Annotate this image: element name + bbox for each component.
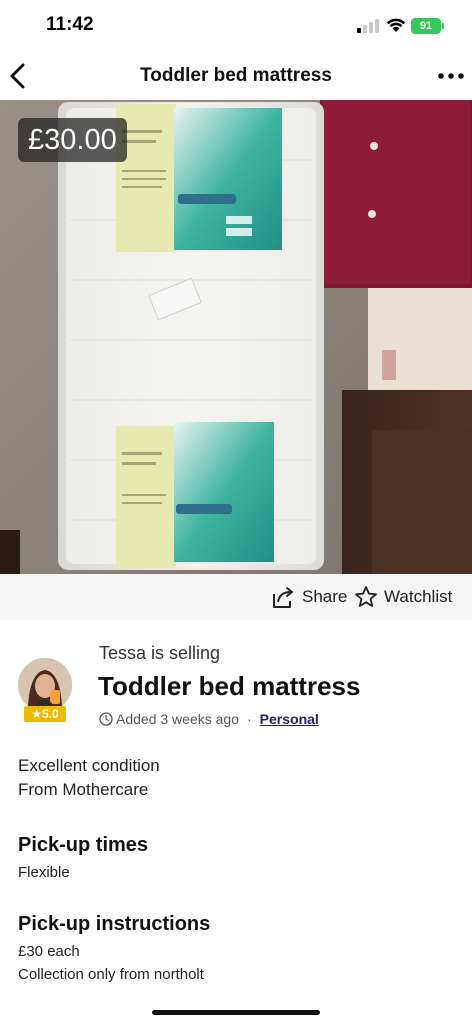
listing-description: Excellent condition From Mothercare	[18, 754, 160, 802]
more-dots-icon	[438, 73, 464, 79]
pickup-instructions-line: £30 each	[18, 943, 80, 960]
avatar[interactable]	[18, 658, 72, 712]
pickup-instructions-heading: Pick-up instructions	[18, 913, 211, 935]
cellular-signal-icon	[357, 19, 379, 33]
watchlist-button[interactable]: Watchlist	[354, 584, 452, 610]
page-title: Toddler bed mattress	[140, 65, 332, 86]
meta-separator: ·	[246, 711, 252, 727]
listing-photo[interactable]: £30.00	[0, 100, 472, 574]
pickup-instructions-line: Collection only from northolt	[18, 966, 204, 983]
battery-indicator: 91	[411, 18, 441, 34]
description-line: Excellent condition	[18, 756, 160, 775]
action-bar: Share Watchlist	[0, 574, 472, 620]
added-time: Added 3 weeks ago	[116, 711, 239, 727]
watchlist-label: Watchlist	[384, 587, 453, 606]
listing-meta: Added 3 weeks ago · Personal	[99, 711, 319, 727]
share-label: Share	[302, 587, 348, 606]
home-indicator	[152, 1010, 320, 1015]
more-options-button[interactable]	[436, 66, 466, 86]
status-time: 11:42	[46, 14, 94, 35]
share-icon	[273, 587, 293, 608]
pickup-times-heading: Pick-up times	[18, 834, 149, 856]
category-link[interactable]: Personal	[260, 711, 319, 727]
nav-bar: Toddler bed mattress	[0, 52, 472, 100]
listing-title: Toddler bed mattress	[98, 671, 361, 701]
share-button[interactable]: Share	[270, 584, 347, 610]
seller-avatar-image	[18, 658, 72, 712]
seller-selling-text: Tessa is selling	[99, 643, 221, 663]
battery-tip	[442, 23, 444, 29]
clock-icon	[99, 712, 113, 726]
rating-badge: ★5.0	[24, 706, 66, 722]
mattress-photo-illustration	[0, 100, 472, 574]
star-outline-icon	[355, 586, 377, 607]
status-bar: 11:42 91	[0, 0, 472, 52]
description-line: From Mothercare	[18, 780, 149, 799]
wifi-icon	[386, 18, 406, 32]
price-badge: £30.00	[18, 118, 127, 162]
pickup-times-value: Flexible	[18, 864, 70, 881]
